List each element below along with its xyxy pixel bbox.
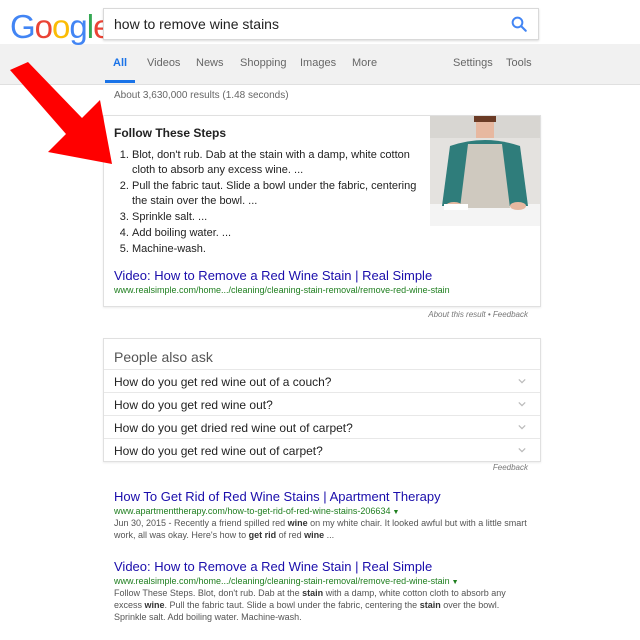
snippet-keyword: wine	[287, 518, 308, 528]
woman-cleaning-image	[430, 116, 540, 226]
featured-snippet: Follow These Steps Blot, don't rub. Dab …	[103, 115, 541, 307]
tab-news[interactable]: News	[196, 57, 224, 69]
tab-more[interactable]: More	[352, 57, 377, 69]
search-result: Video: How to Remove a Red Wine Stain | …	[114, 559, 534, 623]
paa-question-text: How do you get red wine out of carpet?	[114, 444, 323, 458]
step-item: Pull the fabric taut. Slide a bowl under…	[132, 179, 432, 209]
chevron-down-icon	[518, 447, 526, 453]
snippet-text-part: Follow These Steps. Blot, don't rub. Dab…	[114, 588, 303, 598]
result-snippet: Jun 30, 2015 - Recently a friend spilled…	[114, 517, 534, 541]
result-title-link[interactable]: Video: How to Remove a Red Wine Stain | …	[114, 559, 534, 574]
snippet-keyword: stain	[419, 600, 441, 610]
step-item: Machine-wash.	[132, 242, 432, 257]
search-icon[interactable]	[510, 15, 528, 33]
paa-question-text: How do you get red wine out of a couch?	[114, 375, 332, 389]
snippet-text-part: of red	[276, 530, 305, 540]
snippet-text-part: - Recently a friend spilled red	[166, 518, 288, 528]
tab-videos[interactable]: Videos	[147, 57, 180, 69]
red-arrow-annotation	[10, 62, 112, 164]
paa-question[interactable]: How do you get dried red wine out of car…	[104, 415, 540, 439]
snippet-keyword: stain	[302, 588, 324, 598]
snippet-text-part: ...	[324, 530, 335, 540]
snippet-keyword: get rid	[248, 530, 277, 540]
snippet-keyword: wine	[144, 600, 165, 610]
caret-down-icon[interactable]: ▼	[452, 579, 459, 586]
chevron-down-icon	[518, 378, 526, 384]
step-item: Sprinkle salt. ...	[132, 210, 432, 225]
result-snippet-text: Follow These Steps. Blot, don't rub. Dab…	[114, 588, 506, 622]
tab-images[interactable]: Images	[300, 57, 336, 69]
logo-letter: o	[52, 8, 70, 45]
result-snippet-text: - Recently a friend spilled red wine on …	[114, 518, 527, 540]
tab-shopping[interactable]: Shopping	[240, 57, 287, 69]
paa-feedback[interactable]: Feedback	[493, 463, 528, 472]
logo-letter: G	[10, 8, 36, 45]
result-url-text: www.apartmenttherapy.com/how-to-get-rid-…	[114, 506, 391, 516]
paa-question[interactable]: How do you get red wine out?	[104, 392, 540, 416]
tab-tools[interactable]: Tools	[506, 57, 532, 69]
chevron-down-icon	[518, 401, 526, 407]
snippet-title: Follow These Steps	[114, 126, 227, 140]
chevron-down-icon	[518, 424, 526, 430]
result-url-text: www.realsimple.com/home.../cleaning/clea…	[114, 576, 450, 586]
people-also-ask: People also ask How do you get red wine …	[103, 338, 541, 462]
search-input[interactable]	[114, 14, 494, 34]
tab-settings[interactable]: Settings	[453, 57, 493, 69]
paa-question-text: How do you get red wine out?	[114, 398, 273, 412]
snippet-text-part: . Pull the fabric taut. Slide a bowl und…	[164, 600, 420, 610]
about-result-feedback[interactable]: About this result • Feedback	[428, 310, 528, 319]
logo-letter: o	[34, 8, 53, 45]
paa-title: People also ask	[114, 349, 213, 365]
search-result: How To Get Rid of Red Wine Stains | Apar…	[114, 489, 534, 541]
snippet-keyword: wine	[304, 530, 325, 540]
snippet-thumbnail[interactable]	[430, 116, 540, 226]
paa-question[interactable]: How do you get red wine out of carpet?	[104, 438, 540, 462]
result-stats: About 3,630,000 results (1.48 seconds)	[114, 90, 289, 101]
result-title-link[interactable]: How To Get Rid of Red Wine Stains | Apar…	[114, 489, 534, 504]
step-item: Blot, don't rub. Dab at the stain with a…	[132, 148, 432, 178]
paa-question[interactable]: How do you get red wine out of a couch?	[104, 369, 540, 393]
search-box	[103, 8, 539, 40]
result-date: Jun 30, 2015	[114, 518, 167, 528]
result-snippet: Follow These Steps. Blot, don't rub. Dab…	[114, 587, 534, 623]
google-logo[interactable]: Google	[10, 8, 111, 46]
paa-question-text: How do you get dried red wine out of car…	[114, 421, 353, 435]
logo-letter: g	[69, 8, 87, 45]
snippet-url: www.realsimple.com/home.../cleaning/clea…	[114, 285, 450, 295]
caret-down-icon[interactable]: ▼	[392, 509, 399, 516]
snippet-steps: Blot, don't rub. Dab at the stain with a…	[114, 148, 432, 258]
snippet-video-link[interactable]: Video: How to Remove a Red Wine Stain | …	[114, 268, 432, 283]
result-url: www.realsimple.com/home.../cleaning/clea…	[114, 576, 534, 586]
result-url: www.apartmenttherapy.com/how-to-get-rid-…	[114, 506, 534, 516]
step-item: Add boiling water. ...	[132, 226, 432, 241]
